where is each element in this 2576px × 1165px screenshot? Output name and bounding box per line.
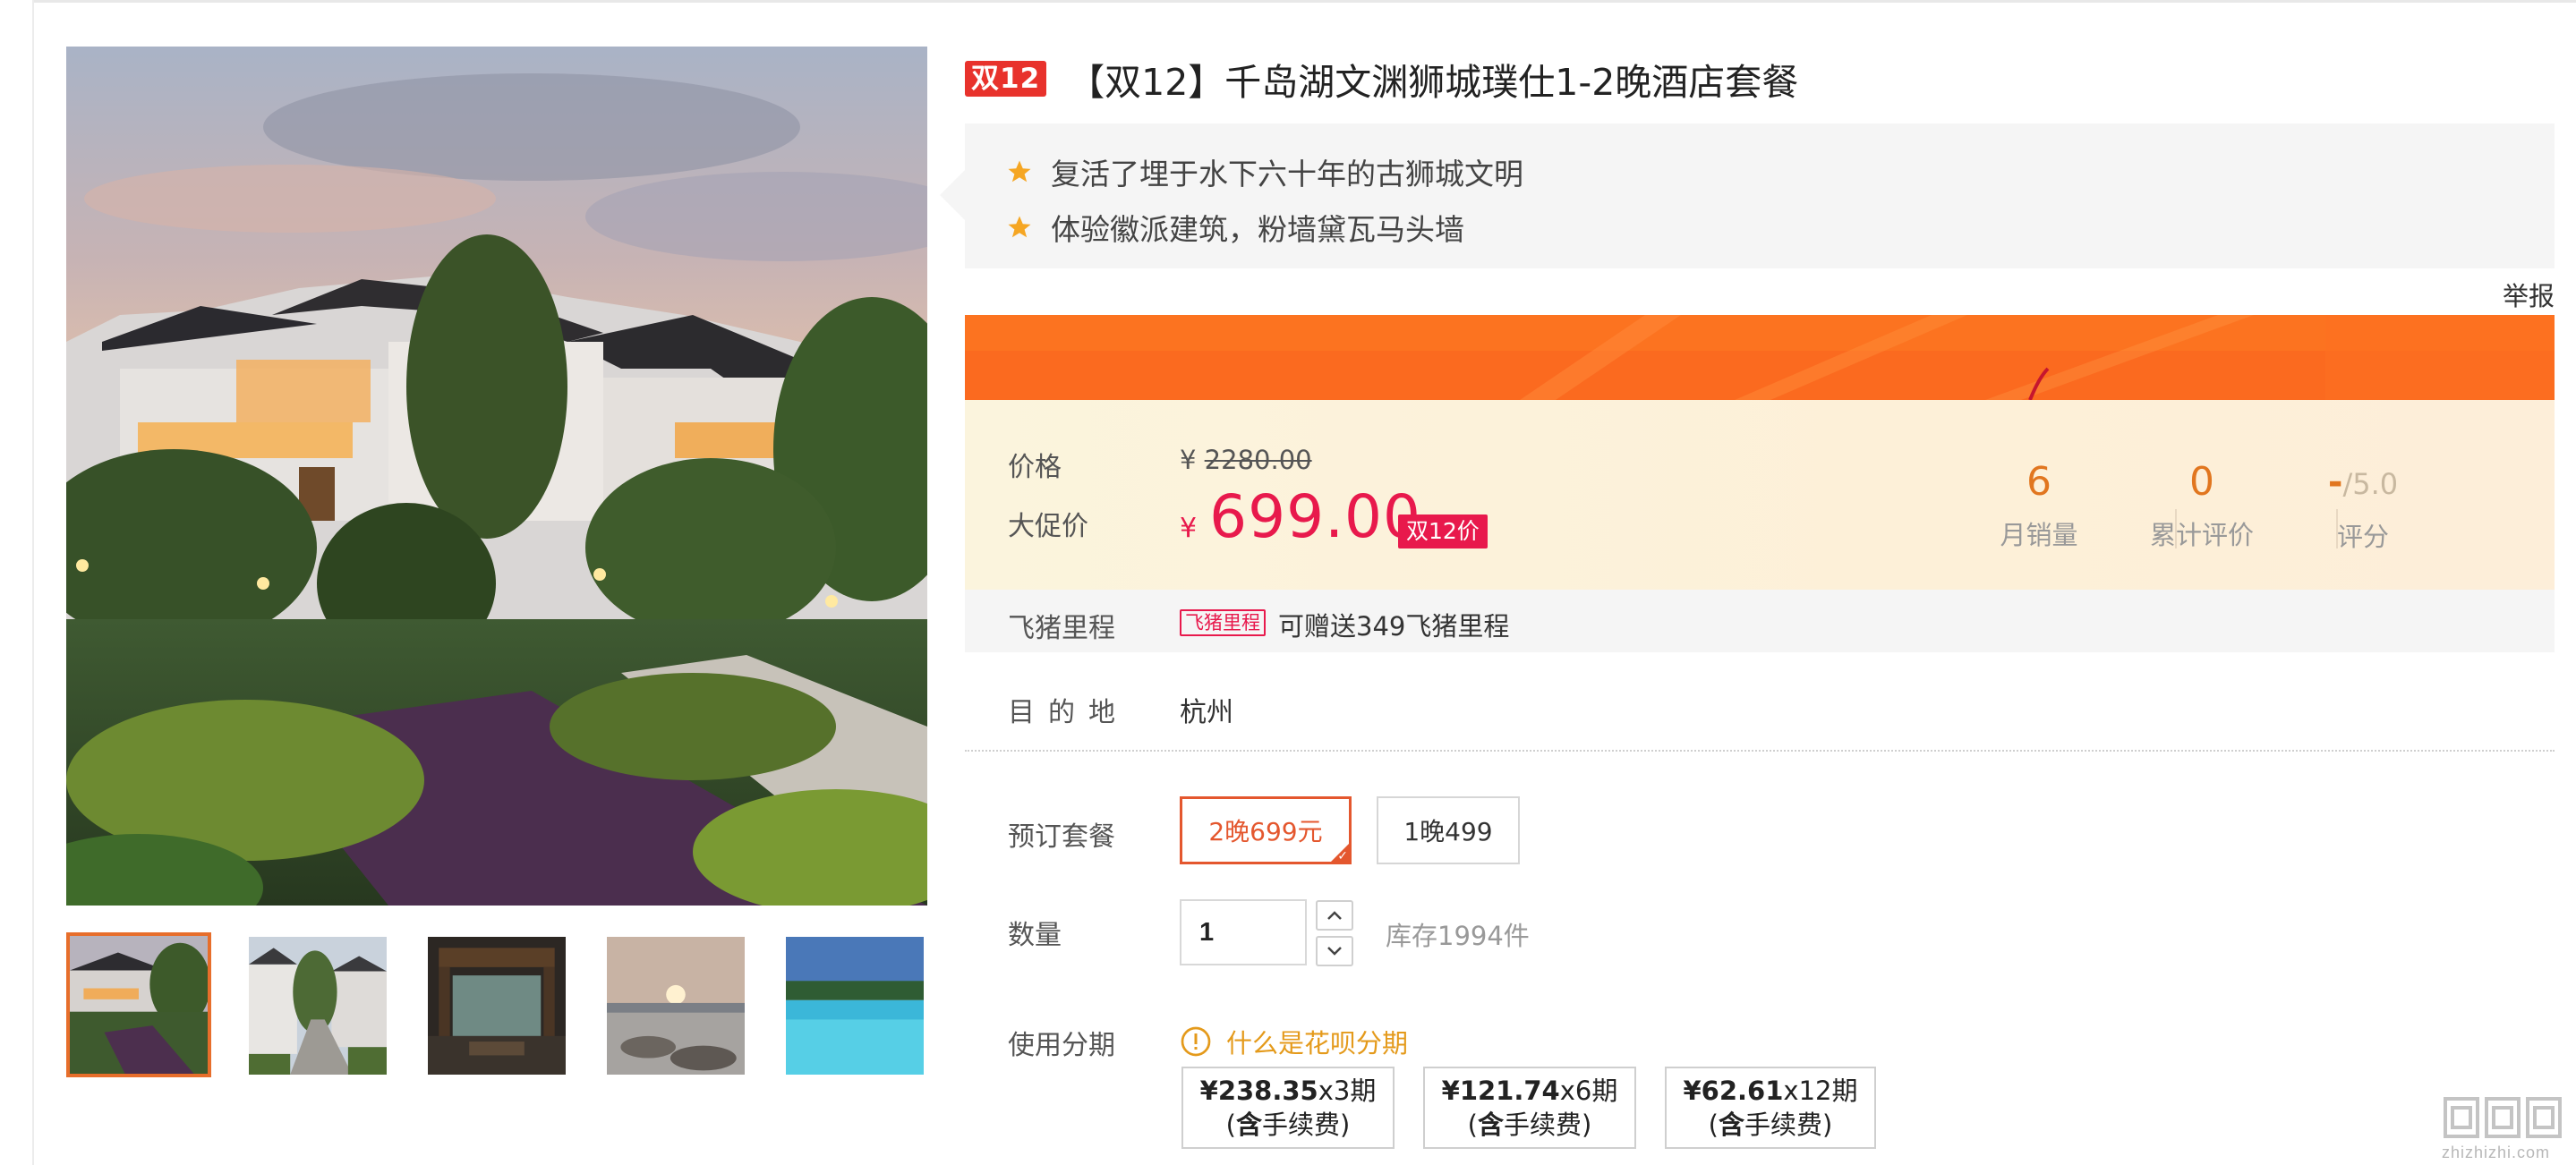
highlight-text: 体验徽派建筑，粉墙黛瓦马头墙 xyxy=(1051,212,1464,247)
quantity-input[interactable] xyxy=(1180,899,1307,965)
thumbnail-1[interactable] xyxy=(66,932,211,1077)
section-divider xyxy=(965,750,2555,752)
huabei-help-link[interactable]: 什么是花呗分期 xyxy=(1180,1023,1408,1060)
highlight-item: 复活了埋于水下六十年的古狮城文明 xyxy=(1006,150,1523,193)
currency-symbol: ¥ xyxy=(1180,513,1198,544)
watermark-url: zhizhizhi.com xyxy=(2442,1144,2551,1161)
info-icon xyxy=(1181,1026,1211,1057)
price-label: 价格 xyxy=(1008,452,1062,483)
monthly-sales-stat: 6 月销量 xyxy=(1958,457,2120,552)
star-icon xyxy=(1008,160,1031,183)
miles-label: 飞猪里程 xyxy=(1008,613,1115,644)
original-price: ¥ 2280.00 xyxy=(1180,445,1312,475)
thumbnail-4[interactable] xyxy=(607,937,745,1075)
destination-label: 目的地 xyxy=(1008,697,1129,728)
page-frame-left xyxy=(32,0,34,1165)
thumbnail-5[interactable] xyxy=(786,937,924,1075)
double12-price-tag: 双12价 xyxy=(1398,514,1488,548)
installment-option-6[interactable]: ¥121.74x6期 (含手续费) xyxy=(1423,1067,1636,1149)
quantity-decrease-button[interactable] xyxy=(1316,936,1353,966)
main-product-image[interactable] xyxy=(66,47,927,906)
page-frame-top xyxy=(34,0,2576,3)
rating-value: -/5.0 xyxy=(2327,462,2399,503)
chevron-up-icon xyxy=(1327,911,1342,920)
package-option[interactable]: 1晚499 xyxy=(1377,796,1520,864)
double12-badge: 双12 xyxy=(965,61,1047,97)
miles-text: 可赠送349飞猪里程 xyxy=(1278,611,1510,642)
destination-value: 杭州 xyxy=(1180,697,1233,728)
monthly-sales-value: 6 xyxy=(2026,459,2051,505)
product-title-row: 双12 【双12】千岛湖文渊狮城璞仕1-2晚酒店套餐 xyxy=(965,55,1798,104)
promo-price-label: 大促价 xyxy=(1008,511,1088,542)
monthly-sales-label: 月销量 xyxy=(2000,520,2078,550)
highlight-text: 复活了埋于水下六十年的古狮城文明 xyxy=(1051,157,1523,191)
star-icon xyxy=(1008,216,1031,238)
installment-option-12[interactable]: ¥62.61x12期 (含手续费) xyxy=(1665,1067,1876,1149)
promo-banner xyxy=(965,315,2555,400)
original-price-value: 2280.00 xyxy=(1204,445,1312,475)
miles-tag: 飞猪里程 xyxy=(1180,609,1266,636)
stock-text: 库存1994件 xyxy=(1386,921,1530,951)
promo-price-value: 699.00 xyxy=(1209,482,1422,551)
package-option-selected[interactable]: 2晚699元 ✓ xyxy=(1180,796,1352,864)
chevron-down-icon xyxy=(1327,947,1342,956)
review-count-stat[interactable]: 0 累计评价 xyxy=(2121,457,2282,552)
quantity-increase-button[interactable] xyxy=(1316,900,1353,931)
product-title: 【双12】千岛湖文渊狮城璞仕1-2晚酒店套餐 xyxy=(1068,61,1799,104)
rating-stat: -/5.0 评分 xyxy=(2282,457,2444,554)
review-count-value: 0 xyxy=(2189,459,2214,505)
quantity-label: 数量 xyxy=(1008,920,1062,951)
check-icon: ✓ xyxy=(1337,849,1348,863)
review-count-label: 累计评价 xyxy=(2149,520,2254,550)
report-link[interactable]: 举报 xyxy=(2503,276,2555,313)
thumbnail-strip xyxy=(66,932,927,1077)
huabei-help-text: 什么是花呗分期 xyxy=(1226,1028,1409,1059)
thumbnail-2[interactable] xyxy=(249,937,387,1075)
currency-symbol: ¥ xyxy=(1180,445,1197,475)
rating-label: 评分 xyxy=(2336,522,2389,552)
package-label: 预订套餐 xyxy=(1008,821,1115,853)
thumbnail-3[interactable] xyxy=(428,937,566,1075)
installment-label: 使用分期 xyxy=(1008,1030,1115,1061)
product-highlights: 复活了埋于水下六十年的古狮城文明 体验徽派建筑，粉墙黛瓦马头墙 xyxy=(940,123,2555,268)
package-option-label: 1晚499 xyxy=(1403,817,1493,846)
promo-price: ¥ 699.00 xyxy=(1180,482,1421,551)
highlight-item: 体验徽派建筑，粉墙黛瓦马头墙 xyxy=(1006,206,1464,249)
installment-option-3[interactable]: ¥238.35x3期 (含手续费) xyxy=(1181,1067,1395,1149)
package-option-label: 2晚699元 xyxy=(1208,817,1323,846)
price-panel: 价格 大促价 ¥ 2280.00 ¥ 699.00 双12价 6 月销量 0 累… xyxy=(965,400,2555,590)
miles-row: 飞猪里程 飞猪里程 可赠送349飞猪里程 xyxy=(965,590,2555,652)
